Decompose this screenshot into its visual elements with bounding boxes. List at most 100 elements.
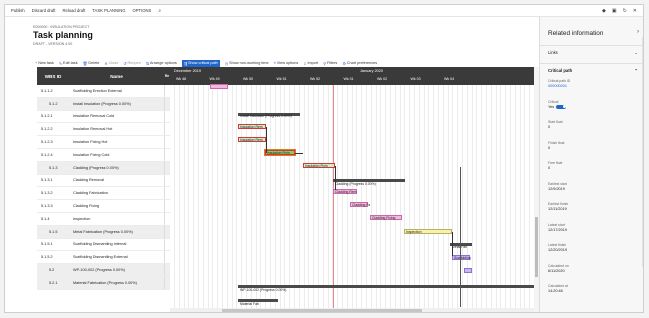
day-gridline [174,85,175,312]
day-gridline [447,85,449,312]
close-icon: ✕ [104,61,108,66]
import-button[interactable]: ⇩ Import [303,61,318,66]
links-section-toggle[interactable]: Links ⌄ [540,45,643,59]
arrange-options-button[interactable]: ⇅ Arrange options [146,61,177,66]
critical-path-section-toggle[interactable]: Critical path ⌃ [540,63,643,77]
table-row[interactable]: 5.1.5.2 Scaffolding Dismantling External [37,251,170,265]
field-value: Yes [548,104,567,109]
day-gridline [346,85,348,312]
column-header-name[interactable]: Name [69,74,164,79]
gantt-bar-scaffolding-external[interactable] [210,84,228,89]
table-row[interactable]: 5.1.2.1 Insulation Removal Cold [37,110,170,124]
wbs-id-cell: 5.1.2.2 [41,127,53,132]
gantt-bar-scaffolding-external-dismantle[interactable] [464,268,472,273]
table-row[interactable]: 5.1.3.3 Cladding Fixing [37,200,170,213]
field-label: Critical [548,99,559,104]
close-task-button[interactable]: ✕ Close [104,61,118,66]
day-gridline [270,85,271,312]
trash-icon: 🗑 [82,61,88,66]
show-critical-path-button[interactable]: ⇶ Show critical path [181,59,220,67]
view-icon: ≡ [273,61,276,65]
table-row[interactable]: 5.1.2.2 Insulation Removal Hot [37,123,170,137]
week-label: Wk 50 [243,77,254,81]
table-row[interactable]: 5.1.3 Cladding (Progress 0.00%) [37,161,170,175]
task-grid: WBS ID Name Re 5.1.1.2 Scaffolding Erecti… [37,67,170,312]
wbs-id-cell: 5.1.3.2 [41,191,53,196]
task-name-cell: Insulation Removal Hot [73,127,113,132]
day-gridline [289,85,291,312]
day-gridline [236,85,238,312]
gantt-label: Cladding (Progress 0.00%) [335,182,376,186]
day-gridline [462,85,463,312]
column-header-wbs-id[interactable]: WBS ID [37,74,69,79]
task-name-cell: Cladding Fabrication [73,191,108,196]
filters-button[interactable]: ⚲ Filters [323,61,337,66]
week-label: Wk 48 [176,77,187,81]
diamond-icon[interactable]: ◆ [602,8,606,14]
chevron-right-icon[interactable]: › [637,29,639,35]
new-task-button[interactable]: + New task [35,61,54,65]
task-name-cell: Cladding Fixing [73,204,100,209]
task-name-cell: Insulation Fixing Cold [73,152,110,157]
options-tab[interactable]: OPTIONS [133,8,152,13]
reload-draft-button[interactable]: Reload draft [62,8,85,13]
gantt-bar-inspection[interactable]: Inspection [404,229,452,234]
day-gridline [495,85,497,312]
table-row[interactable]: 5.2.1 Material Fabrication (Progress 0.00… [37,276,170,290]
show-non-working-time-button[interactable]: ◷ Show non-working time [225,61,269,66]
table-row[interactable]: 5.2 WP-100-002 (Progress 0.00%) [37,264,170,277]
refresh-icon[interactable]: ↻ [623,8,627,14]
gantt-bar-insulation-removal-cold[interactable]: Insulation Rem [238,124,266,129]
table-row[interactable]: 5.1.5 Metal Fabrication (Progress 0.00%) [37,225,170,239]
task-name-cell: Cladding Removal [73,178,105,183]
gantt-horizontal-scrollbar[interactable] [170,308,534,312]
table-row[interactable]: 5.1.2.4 Insulation Fixing Cold [37,148,170,162]
day-gridline [423,85,425,312]
table-row[interactable]: 5.1.2 Install Insulation (Progress 0.00%) [37,97,170,111]
publish-button[interactable]: Publish [11,8,25,13]
day-gridline [284,85,286,312]
day-gridline [241,85,243,312]
day-gridline [500,85,502,312]
gantt-bar-cladding-removal[interactable]: Cladding Rem [333,189,357,194]
gantt-bar-scaffolding-internal[interactable]: Scaffolding [452,255,471,260]
gantt-bar-cladding-fabrication[interactable]: Cladding Fa [350,202,370,207]
reopen-button[interactable]: ↺ Reopen [123,61,141,66]
chart-preferences-button[interactable]: ⚙ Chart preferences [342,61,377,66]
field-start-float: Start float 0 [548,120,563,129]
wbs-id-cell: 5.1.2.1 [41,114,53,119]
search-icon[interactable]: ⌕ [158,8,161,14]
critical-toggle[interactable] [556,104,567,109]
table-row[interactable]: 5.1.3.1 Cladding Removal [37,174,170,188]
week-label: Wk 01 [343,77,354,81]
table-row[interactable]: 5.1.5.1 Scaffolding Dismantling Internal [37,238,170,252]
view-options-button[interactable]: ≡ View options [274,61,299,65]
breadcrumb[interactable]: E000000 : INSULATION PROJECT [33,25,533,29]
table-row[interactable]: 5.1.3.2 Cladding Fabrication [37,187,170,201]
close-icon[interactable]: ✕ [633,8,637,14]
day-gridline [457,85,459,312]
task-planning-tab[interactable]: TASK PLANNING [92,8,125,13]
import-icon: ⇩ [303,61,307,66]
week-label: Wk 03 [410,77,421,81]
discard-draft-button[interactable]: Discard draft [32,8,56,13]
day-gridline [490,85,492,312]
gantt-bar-insulation-fixing-hot[interactable]: Insulation Fixin [264,149,296,156]
field-value: 6/11/2020 [548,268,565,273]
table-row[interactable]: 5.1.4 Inspection [37,212,170,226]
delete-button[interactable]: 🗑 Delete [83,61,100,66]
day-gridline [356,85,358,312]
table-row[interactable]: 5.1.2.3 Insulation Fixing Hot [37,136,170,149]
table-row[interactable]: 5.1.1.2 Scaffolding Erection External [37,85,170,98]
day-gridline [476,85,478,312]
task-name-cell: Metal Fabrication (Progress 0.00%) [73,229,133,234]
edit-task-button[interactable]: ✎ Edit task [59,61,78,66]
gantt-bar-insulation-fixing-cold[interactable]: Insulation Fixin [303,163,335,168]
day-gridline [308,85,310,312]
office-icon[interactable]: ▣ [612,8,617,14]
task-name-cell: Cladding (Progress 0.00%) [73,165,119,170]
gantt-bar-cladding-fixing[interactable]: Cladding Fixing [370,215,402,220]
gantt-bar-insulation-removal-hot[interactable]: Insulation Rem [238,137,266,142]
field-value[interactable]: 000000001 [548,84,570,88]
wbs-id-cell: 5.1.2.4 [41,152,53,157]
